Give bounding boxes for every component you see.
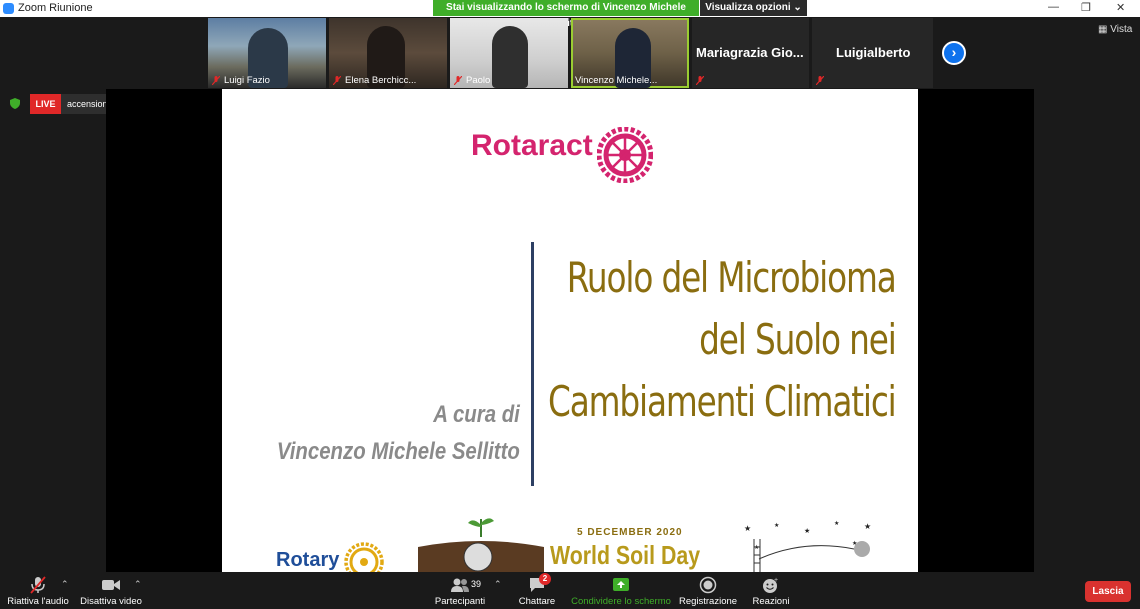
svg-text:★: ★	[864, 522, 871, 531]
grid-icon: ▦	[1098, 24, 1108, 35]
mic-muted-icon	[333, 76, 341, 85]
view-options-label: Visualizza opzioni	[705, 2, 791, 13]
participants-label: Partecipanti	[434, 596, 486, 607]
chat-label: Chattare	[518, 596, 556, 607]
slide-author: A cura di Vincenzo Michele Sellitto	[277, 396, 520, 470]
slide-title-line: Cambiamenti Climatici	[548, 377, 897, 426]
chevron-up-icon[interactable]: ⌃	[134, 579, 142, 590]
maximize-icon[interactable]: ❐	[1081, 1, 1091, 14]
svg-text:★: ★	[834, 520, 839, 527]
participant-tile[interactable]: Luigi Fazio	[208, 18, 326, 88]
close-icon[interactable]: ✕	[1116, 1, 1125, 14]
participant-name: Mariagrazia Gio...	[696, 45, 804, 60]
author-intro: A cura di	[433, 401, 520, 428]
emoji-icon: +	[763, 577, 778, 593]
chat-button[interactable]: Chattare	[512, 572, 562, 609]
mic-muted-icon	[816, 76, 824, 85]
participant-name: Luigi Fazio	[224, 75, 270, 86]
participant-name: Vincenzo Michele...	[575, 75, 658, 86]
participant-name: Paolo	[466, 75, 491, 86]
unmute-button[interactable]: Riattiva l'audio	[5, 572, 71, 609]
minimize-icon[interactable]: —	[1048, 1, 1059, 13]
event-title: World Soil Day	[550, 540, 701, 570]
stop-video-label: Disattiva video	[80, 596, 142, 607]
author-name: Vincenzo Michele Sellitto	[277, 438, 520, 465]
window-title: Zoom Riunione	[18, 2, 93, 14]
mic-muted-icon	[454, 76, 462, 85]
participant-name: Elena Berchicc...	[345, 75, 417, 86]
record-button[interactable]: Registrazione	[678, 572, 738, 609]
participant-video	[492, 26, 528, 88]
share-screen-icon	[613, 578, 629, 591]
chevron-down-icon: ⌄	[793, 2, 802, 13]
next-page-button[interactable]: ›	[942, 41, 966, 65]
view-options-button[interactable]: Visualizza opzioni ⌄	[700, 0, 807, 16]
participant-tile[interactable]: Paolo	[450, 18, 568, 88]
mic-muted-icon	[696, 76, 704, 85]
slide-title-line: del Suolo nei	[699, 315, 898, 364]
participant-name: Luigialberto	[836, 45, 911, 60]
event-date: 5 DECEMBER 2020	[577, 527, 683, 538]
reactions-label: Reazioni	[752, 596, 790, 607]
slide-title-line: Ruolo del Microbioma	[567, 253, 897, 302]
chevron-up-icon[interactable]: ⌃	[494, 579, 502, 590]
rotaract-logo-text: Rotaract	[471, 129, 593, 162]
participants-count: 39	[471, 579, 482, 589]
participant-tile-active-speaker[interactable]: Vincenzo Michele...	[571, 18, 689, 88]
view-label: Vista	[1110, 24, 1133, 35]
record-icon	[699, 576, 717, 594]
zoom-app-icon	[3, 3, 14, 14]
shared-slide: Rotaract Ruolo del Microbioma del Suolo …	[222, 89, 918, 572]
rotary-wheel-icon	[344, 542, 384, 572]
soil-illustration-icon	[418, 518, 544, 572]
unmute-label: Riattiva l'audio	[7, 596, 69, 607]
chat-unread-badge: 2	[539, 573, 551, 585]
rotaract-wheel-icon	[597, 127, 653, 183]
mic-muted-icon	[212, 76, 220, 85]
participant-tile[interactable]: Elena Berchicc...	[329, 18, 447, 88]
participants-icon	[451, 578, 469, 592]
svg-text:★: ★	[804, 527, 810, 535]
svg-text:+: +	[774, 577, 778, 584]
leave-meeting-button[interactable]: Lascia	[1085, 581, 1131, 602]
chevron-up-icon[interactable]: ⌃	[61, 579, 69, 590]
slide-divider	[531, 242, 534, 486]
stop-video-button[interactable]: Disattiva video	[79, 572, 143, 609]
stars-illustration-icon: ★ ★★★ ★★★	[744, 520, 871, 572]
chevron-right-icon: ›	[951, 44, 957, 60]
screen-share-banner: Stai visualizzando lo schermo di Vincenz…	[433, 0, 699, 29]
video-camera-icon	[102, 580, 120, 590]
meeting-toolbar: Riattiva l'audio ⌃ Disattiva video ⌃ Par…	[0, 572, 1140, 609]
share-screen-button[interactable]: Condividere lo schermo	[570, 572, 672, 609]
mic-muted-icon	[30, 576, 46, 594]
rotary-logo-text: Rotary	[276, 549, 340, 571]
participants-button[interactable]: Partecipanti	[432, 572, 488, 609]
record-label: Registrazione	[678, 596, 738, 607]
share-screen-label: Condividere lo schermo	[571, 596, 671, 607]
reactions-button[interactable]: + Reazioni	[749, 572, 793, 609]
svg-text:★: ★	[744, 524, 751, 533]
slide-title: Ruolo del Microbioma del Suolo nei Cambi…	[548, 247, 898, 433]
view-toggle-button[interactable]: ▦ Vista	[1098, 24, 1132, 35]
live-badge[interactable]: LIVE	[30, 94, 61, 114]
svg-text:★: ★	[774, 522, 779, 529]
shield-icon	[10, 98, 20, 109]
